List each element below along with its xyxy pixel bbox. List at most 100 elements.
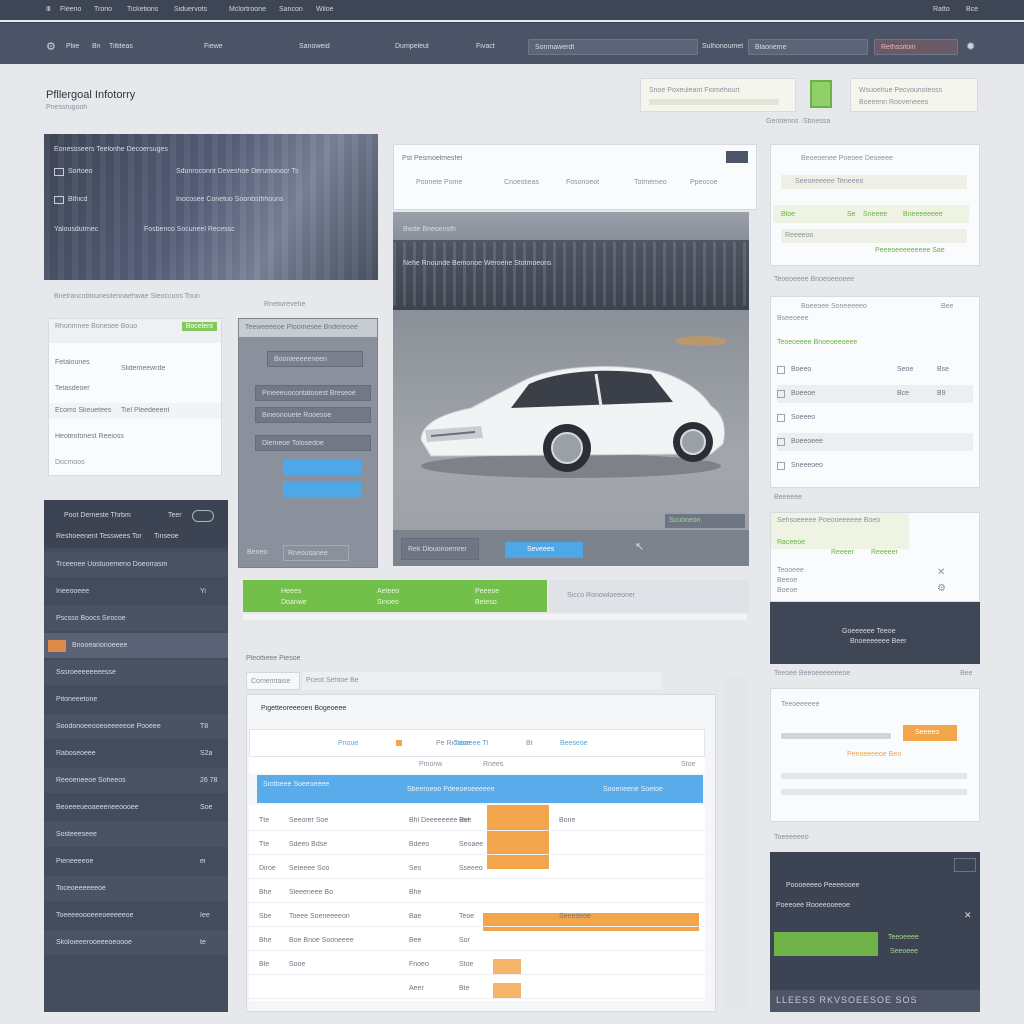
card-row[interactable]: Ecoms Skeuetees Tiel Pleedeeent xyxy=(49,403,221,419)
top-badge[interactable]: Wsuoehue Pecvounoteoss Boeeenn Rooveneee… xyxy=(850,78,978,112)
toolbar-item[interactable]: Tiltiteas xyxy=(109,43,133,50)
menu-item[interactable]: Wiloe xyxy=(316,6,334,13)
alert-field[interactable]: Rethssitoin xyxy=(874,39,958,55)
sidebar-item[interactable]: Trceenee Uostuoemeno Doeorrasm xyxy=(44,552,228,577)
sidebar-item[interactable]: Skoloieeerooeeeoeoooe te xyxy=(44,930,228,955)
table-row[interactable]: Ble Sooe Fnoeo Stoe xyxy=(249,953,705,975)
toolbar-item[interactable]: Sulhonoumet xyxy=(702,43,743,50)
sidebar-item[interactable]: Sssroeeeeeeeesse xyxy=(44,660,228,685)
sidebar-item[interactable]: Beoeeeueoaeeeneeoooee Soe xyxy=(44,795,228,820)
sidebar-item[interactable]: Pieneeeeoe ei xyxy=(44,849,228,874)
sidebar-tag: Teer xyxy=(168,512,182,519)
vehicle-tab[interactable]: Poonete Pome xyxy=(416,179,462,186)
sidebar-item-label: Soodonoeeooeoeeeeeoe Pooeee xyxy=(56,723,161,730)
card-row-label: Docmoos xyxy=(55,459,85,466)
option-item[interactable]: Boonleeeeeneen xyxy=(267,351,363,367)
menu-item[interactable]: Siduervots xyxy=(174,6,207,13)
column-header[interactable]: Stoe xyxy=(681,761,695,768)
toolbar-item[interactable]: Pliie xyxy=(66,43,79,50)
column-header[interactable]: Pmonw xyxy=(419,761,442,768)
filter-chip[interactable]: Pnoue xyxy=(338,740,358,747)
filter-chip[interactable]: Taseeee Tt xyxy=(454,740,489,747)
table-row[interactable]: Bhe Sleeeneee Bo Bhe xyxy=(249,881,705,903)
menu-item[interactable]: Ratto xyxy=(933,6,950,13)
menu-item[interactable]: Bce xyxy=(966,6,978,13)
sidebar-item[interactable]: Sosteeeseee xyxy=(44,822,228,847)
sidebar-item[interactable]: Pscsso Boocs Sirocoe xyxy=(44,606,228,631)
sidebar-item[interactable]: Toeeeeoooeeeoeeeeeoe Iee xyxy=(44,903,228,928)
table-cell: Toeee Soeneeeeon xyxy=(289,913,350,920)
card-row[interactable]: Boeeoe Bce B9 xyxy=(777,385,973,403)
sidebar-item[interactable]: Ineeooeee Yi xyxy=(44,579,228,604)
card-row[interactable]: Seeoeeeeee Teneeeo xyxy=(781,175,967,189)
selected-row[interactable]: Srotbeee Soeeoeeee Sbeeroeoo Pdeeoeoeeee… xyxy=(257,775,703,803)
sidebar-item[interactable]: Reeoeneeoe Soheeos 26 78 xyxy=(44,768,228,793)
options-footer-box[interactable]: Rneousanee xyxy=(283,545,349,561)
sidebar-item[interactable]: Toceoeeeeeeoe xyxy=(44,876,228,901)
menu-item[interactable]: Ticketions xyxy=(127,6,158,13)
vehicle-tab[interactable]: Fosorioeot xyxy=(566,179,599,186)
table-cell: Bhe xyxy=(409,889,422,896)
menu-item[interactable]: Trorio xyxy=(94,6,112,13)
card-row[interactable]: Soeeeo xyxy=(777,409,973,427)
search-input[interactable]: Sonmawerdt xyxy=(528,39,698,55)
filter-chip[interactable]: Bt xyxy=(526,740,533,747)
vehicle-tab[interactable]: Cnoestieas xyxy=(504,179,539,186)
sidebar-item[interactable]: Raboseoeee S2a xyxy=(44,741,228,766)
menu-item[interactable]: Mclortroone xyxy=(229,6,266,13)
primary-button[interactable] xyxy=(283,459,361,475)
close-icon[interactable]: ✕ xyxy=(937,567,945,578)
table-row[interactable]: Bhe Boe Bnoe Sooneeee Bee Sor xyxy=(249,929,705,951)
close-icon[interactable] xyxy=(726,151,748,163)
toolbar-item[interactable]: Fivact xyxy=(476,43,495,50)
table-row[interactable]: Tte Sdeeo Bdse Bdeeo Seoaee xyxy=(249,833,705,855)
toolbar-item[interactable]: Fiewe xyxy=(204,43,223,50)
tab-label[interactable]: Pceot Sehtoe Be xyxy=(306,677,359,684)
table-row[interactable]: Tte Seeorer Soe Bhl Deeeeeeee Rvt Bee Bone xyxy=(249,809,705,831)
menu-item[interactable]: Ⅲ xyxy=(46,6,51,13)
tab-comments[interactable]: Comemtaise xyxy=(246,672,300,690)
sidebar-item[interactable]: Bnooeanonoeeee xyxy=(44,633,228,658)
footer-field[interactable]: Rek Dlouonoemrer xyxy=(401,538,479,560)
table-cell: Aeer xyxy=(409,985,424,992)
menu-item[interactable]: Sancon xyxy=(279,6,303,13)
option-label: Bineonouete Rooesoe xyxy=(262,412,332,419)
card-row[interactable]: Boeeoeee xyxy=(777,433,973,451)
table-scrollbar[interactable] xyxy=(722,676,748,1010)
toggle-icon[interactable] xyxy=(192,510,214,522)
toolbar-item[interactable]: Sanoweid xyxy=(299,43,330,50)
filter-input[interactable]: Blaoneme xyxy=(748,39,868,55)
sidebar-item[interactable]: Pitoneeetone xyxy=(44,687,228,712)
table-row[interactable]: Aeer Bte xyxy=(249,977,705,999)
card-row[interactable]: Boeeo Seoe Bse xyxy=(777,361,973,379)
table-row[interactable]: Sbe Toeee Soeneeeeon Bae Teoe Seeeoeoe xyxy=(249,905,705,927)
top-badge[interactable]: Snoe Poxeuleant Fiomehourt xyxy=(640,78,796,112)
apply-button[interactable]: Seveees xyxy=(505,542,583,558)
image-status-label: Scuoneon xyxy=(669,517,701,524)
settings-icon[interactable]: ⚙ xyxy=(937,583,946,594)
option-item[interactable]: Pineeeuocontatooest Breseoe xyxy=(255,385,371,401)
option-item[interactable]: Dlemeoe Tolosedoe xyxy=(255,435,371,451)
sidebar-header: Poot Derrieste Thrbm Teer Reshoeenent Te… xyxy=(44,500,228,548)
expand-icon[interactable] xyxy=(954,858,976,872)
close-icon[interactable]: ✕ xyxy=(964,910,972,921)
toolbar-item[interactable]: Dumpeleut xyxy=(395,43,429,50)
table-row[interactable]: Diroe Seteeee Soo Seo Sseeeo xyxy=(249,857,705,879)
gear-icon[interactable]: ⚙ xyxy=(46,41,58,53)
toolbar-item[interactable]: Bn xyxy=(92,43,101,50)
option-item[interactable]: Bineonouete Rooesoe xyxy=(255,407,371,423)
card-link[interactable]: Peeeoeeeeeeeee Sae xyxy=(875,247,945,254)
card-row[interactable]: Reeeeoo xyxy=(781,229,967,243)
secondary-button[interactable] xyxy=(283,481,361,497)
card-link[interactable]: Peeoeeeeoe Beo xyxy=(847,751,901,758)
card-footer-label: LLEESS RKVSOEESOE SOS xyxy=(776,996,918,1005)
vehicle-tab[interactable]: Ppeocoe xyxy=(690,179,718,186)
vehicle-tab[interactable]: Totmemeo xyxy=(634,179,667,186)
menu-item[interactable]: Fleeno xyxy=(60,6,81,13)
sidebar-item[interactable]: Soodonoeeooeoeeeeeoe Pooeee T8 xyxy=(44,714,228,739)
settings-icon[interactable]: ✹ xyxy=(966,41,978,53)
card-row[interactable]: Sneeeoeo xyxy=(777,457,973,475)
column-header[interactable]: Rnees xyxy=(483,761,503,768)
filter-chip[interactable]: Beeseoe xyxy=(560,740,588,747)
action-button[interactable]: Seeeeo xyxy=(903,725,957,741)
